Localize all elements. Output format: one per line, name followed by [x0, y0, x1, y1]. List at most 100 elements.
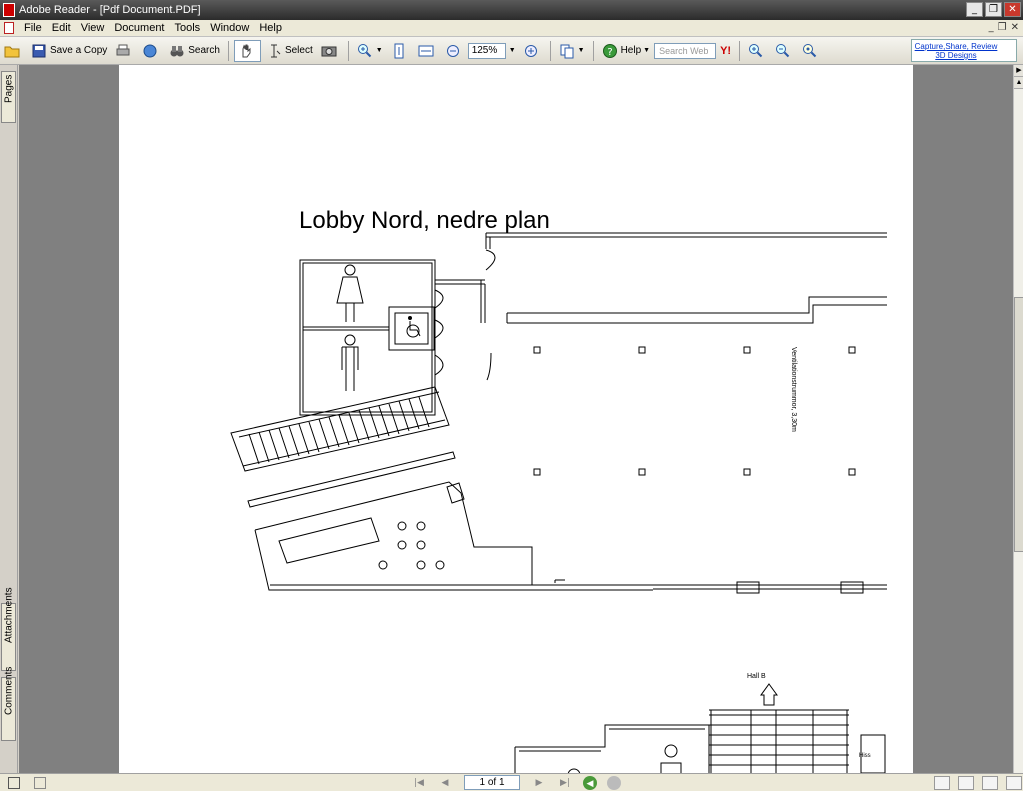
next-view-button[interactable] [607, 775, 621, 790]
first-page-button[interactable]: |◀ [411, 776, 427, 790]
menu-bar: File Edit View Document Tools Window Hel… [0, 20, 1023, 37]
tab-comments[interactable]: Comments [1, 666, 16, 741]
menu-help[interactable]: Help [254, 22, 287, 34]
previous-view-button[interactable]: ◀ [583, 775, 597, 790]
save-copy-label: Save a Copy [50, 45, 108, 56]
open-button[interactable] [1, 40, 26, 62]
loupe-button[interactable] [799, 40, 824, 62]
select-tool-button[interactable]: Select [263, 40, 316, 62]
tab-attachments[interactable]: Attachments [1, 587, 16, 671]
page-display-button[interactable]: ▼ [556, 40, 588, 62]
printer-icon [116, 44, 130, 55]
toolbar-separator [549, 40, 551, 61]
zoom-in-button[interactable] [520, 40, 545, 62]
last-page-button[interactable]: ▶| [557, 776, 573, 790]
zoom-out-magnifier-button[interactable] [772, 40, 797, 62]
menu-document[interactable]: Document [109, 22, 169, 34]
facing-view-button[interactable] [982, 775, 998, 790]
select-label: Select [284, 45, 313, 56]
toolbar-separator [227, 40, 229, 61]
chevron-down-icon[interactable]: ▼ [578, 47, 585, 54]
doc-minimize-button[interactable]: _ [989, 22, 994, 33]
menu-file[interactable]: File [19, 22, 47, 34]
help-icon: ? [602, 43, 617, 58]
continuous-view-button[interactable] [958, 775, 974, 790]
yahoo-search-button[interactable]: Y! [717, 40, 734, 62]
menu-window[interactable]: Window [205, 22, 254, 34]
male-restroom-icon [341, 334, 359, 391]
loupe-icon [803, 43, 817, 57]
binoculars-icon [170, 45, 184, 56]
wheelchair-icon [406, 316, 421, 338]
folder-icon [4, 46, 20, 57]
save-copy-button[interactable]: Save a Copy [28, 40, 110, 62]
staircase [230, 386, 450, 472]
chevron-down-icon[interactable]: ▼ [376, 47, 383, 54]
chevron-down-icon: ▼ [643, 47, 651, 54]
navigation-pane: Pages Attachments Comments [0, 65, 18, 773]
menu-view[interactable]: View [76, 22, 110, 34]
toolbar-separator [592, 40, 594, 61]
restore-button[interactable]: ❐ [985, 2, 1002, 17]
yahoo-icon: Y! [720, 44, 732, 57]
magnifier-plus-icon [749, 43, 763, 57]
zoom-dropdown-icon[interactable]: ▼ [509, 47, 516, 54]
vertical-scrollbar[interactable]: ▶ ▲ [1013, 65, 1023, 773]
window-title: Adobe Reader - [Pdf Document.PDF] [19, 4, 201, 16]
document-viewport[interactable]: Lobby Nord, nedre plan Ventilationstrumm… [19, 65, 1013, 773]
scroll-up-arrow-icon[interactable]: ▲ [1014, 77, 1023, 89]
fit-width-icon [418, 45, 434, 56]
zoom-in-tool-button[interactable]: ▼ [354, 40, 386, 62]
help-button[interactable]: ? Help ▼ [599, 40, 654, 62]
doc-restore-button[interactable]: ❐ [998, 22, 1007, 33]
minimize-button[interactable]: _ [966, 2, 983, 17]
zoom-in-magnifier-button[interactable] [745, 40, 770, 62]
title-bar: Adobe Reader - [Pdf Document.PDF] _ ❐ ✕ [0, 0, 1023, 20]
promo-link[interactable]: Capture,Share, Review 3D Designs [911, 39, 1017, 62]
scroll-right-arrow-icon[interactable]: ▶ [1014, 65, 1023, 77]
search-web-input[interactable]: Search Web [654, 42, 717, 59]
text-cursor-icon [270, 44, 281, 57]
hall-label: Hall B [747, 673, 766, 680]
pages-icon [560, 44, 574, 58]
toolbar-separator [739, 40, 741, 61]
tab-pages[interactable]: Pages [1, 71, 16, 123]
female-restroom-icon [336, 264, 364, 322]
continuous-facing-view-button[interactable] [1006, 775, 1022, 790]
tab-comments-label: Comments [3, 666, 15, 715]
hand-tool-button[interactable] [233, 39, 261, 62]
menu-edit[interactable]: Edit [47, 22, 76, 34]
page-number-input[interactable]: 1 of 1 [464, 775, 520, 790]
scrollbar-thumb[interactable] [1014, 297, 1023, 552]
ventilation-label: Ventilationstrummor, 3,30m [790, 347, 797, 432]
doc-close-button[interactable]: ✕ [1011, 22, 1019, 33]
search-label: Search [188, 45, 220, 56]
lift-label: Hiss [859, 753, 871, 759]
fit-width-button[interactable] [415, 40, 440, 62]
toolbar-separator [347, 40, 349, 61]
tab-pages-label: Pages [3, 74, 15, 103]
plus-circle-icon [524, 44, 537, 57]
zoom-out-button[interactable] [442, 40, 467, 62]
previous-page-button[interactable]: ◀ [437, 776, 453, 790]
snapshot-button[interactable] [318, 40, 343, 62]
next-page-button[interactable]: ▶ [531, 776, 547, 790]
magnifier-minus-icon [776, 43, 790, 57]
single-page-view-button[interactable] [934, 775, 950, 790]
zoom-level-input[interactable]: 125% [467, 42, 506, 59]
close-button[interactable]: ✕ [1004, 2, 1021, 17]
toolbar: Save a Copy Search Select ▼ 125% ▼ ▼ ? H… [0, 37, 1023, 65]
menu-tools[interactable]: Tools [170, 22, 206, 34]
pdf-page: Lobby Nord, nedre plan Ventilationstrumm… [119, 65, 913, 773]
globe-mail-icon [143, 44, 157, 57]
search-button[interactable]: Search [166, 40, 223, 62]
options-icon[interactable] [34, 776, 46, 789]
actual-size-button[interactable] [388, 40, 413, 62]
print-button[interactable] [112, 40, 137, 62]
zoom-in-icon [357, 43, 371, 57]
sidebar-toggle-icon[interactable] [8, 776, 20, 789]
document-icon[interactable] [4, 22, 14, 34]
tab-attachments-label: Attachments [3, 587, 15, 643]
minus-circle-icon [446, 44, 459, 57]
email-button[interactable] [139, 40, 164, 62]
